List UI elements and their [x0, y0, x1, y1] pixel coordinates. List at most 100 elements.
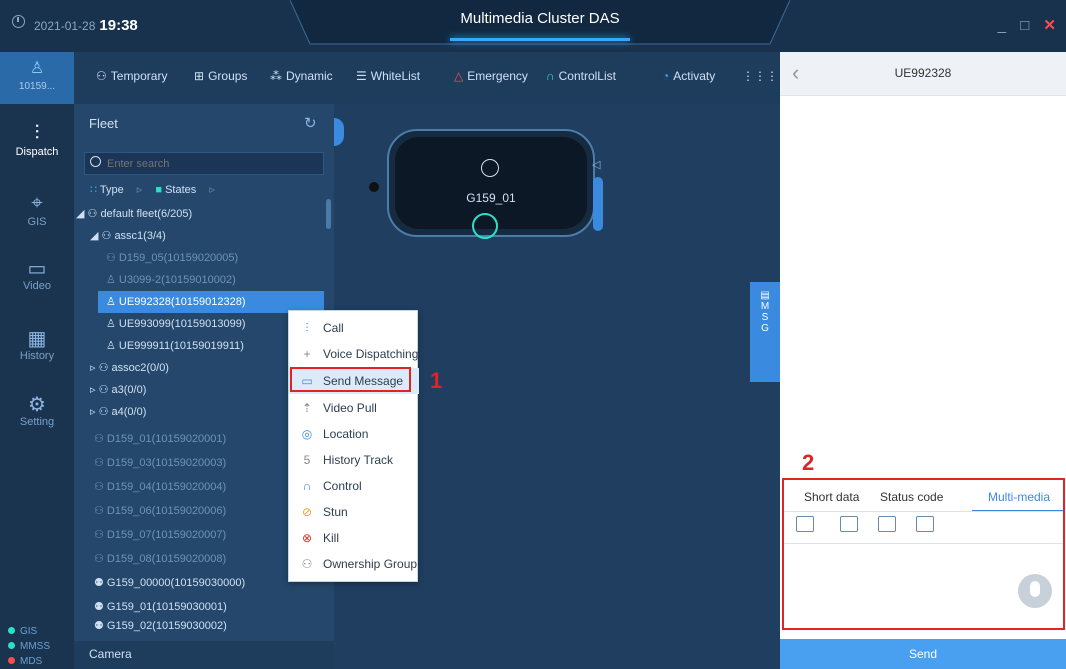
dispatch-icon: ⫶: [34, 122, 40, 144]
menu-stun[interactable]: ⊘ Stun: [289, 499, 419, 525]
status-mds: MDS: [8, 656, 50, 667]
chat-title: UE992328: [894, 66, 952, 80]
emergency-button[interactable]: △ Emergency: [454, 69, 528, 83]
refresh-icon[interactable]: ↻: [304, 114, 317, 132]
status-dot: [8, 657, 15, 664]
menu-history-track[interactable]: 5 History Track: [289, 447, 419, 473]
device-name: G159_01: [466, 191, 516, 205]
setting-icon: ⚙: [28, 394, 46, 416]
annotation-box-2: [782, 478, 1065, 630]
states-filter[interactable]: ■ States: [155, 184, 196, 196]
tree-node-group[interactable]: ◢ ⚇ assc1(3/4): [90, 225, 166, 247]
toolbar: ⚇ Temporary ⊞ Groups ⁂ Dynamic ☰ WhiteList △…: [74, 52, 780, 104]
device-card[interactable]: G159_01: [387, 129, 595, 239]
speaker-icon[interactable]: ◁: [592, 158, 600, 171]
tree-node-user[interactable]: ♙ U3099-2(10159010002): [106, 269, 236, 291]
tree-node-device[interactable]: ⚇ D159_06(10159020006): [94, 500, 226, 522]
grid-menu-icon[interactable]: ⋮⋮⋮: [742, 69, 778, 83]
tree-node-device[interactable]: ⚇ D159_07(10159020007): [94, 524, 226, 546]
groups-button[interactable]: ⊞ Groups: [194, 69, 247, 83]
chat-header: ‹ UE992328: [780, 52, 1066, 96]
temporary-button[interactable]: ⚇ Temporary: [96, 69, 167, 83]
minimize-icon[interactable]: _: [998, 17, 1006, 34]
context-menu: ⫶ Call + Voice Dispatching ▭ Send Message ⇡…: [288, 310, 419, 582]
tree-node-group[interactable]: ▹ ⚇ a3(0/0): [90, 379, 146, 401]
tree-node-device[interactable]: ⚇ D159_04(10159020004): [94, 476, 226, 498]
menu-video-pull[interactable]: ⇡ Video Pull: [289, 395, 419, 421]
filter-separator: ▹: [136, 184, 143, 196]
whitelist-button[interactable]: ☰ WhiteList: [356, 69, 420, 83]
menu-kill[interactable]: ⊗ Kill: [289, 525, 419, 551]
user-group-icon: [481, 159, 499, 177]
camera-bar[interactable]: Camera: [74, 641, 334, 669]
msg-icon: ▤: [760, 290, 770, 301]
tree-node-device[interactable]: ⚉ G159_02(10159030002): [94, 618, 227, 632]
maximize-icon[interactable]: □: [1020, 17, 1029, 34]
tree-node-user[interactable]: ♙ UE993099(10159013099): [106, 313, 246, 335]
msg-tab[interactable]: ▤ M S G: [750, 282, 780, 382]
status-dot: [8, 627, 15, 634]
tree-node-user[interactable]: ♙ UE999911(10159019911): [106, 335, 244, 357]
menu-voice-dispatching[interactable]: + Voice Dispatching: [289, 341, 419, 367]
collapse-handle[interactable]: [334, 118, 344, 146]
nav-history[interactable]: ▦ History: [0, 326, 74, 362]
nav-label: Setting: [19, 416, 55, 428]
filter-separator: ▹: [209, 184, 215, 196]
menu-location[interactable]: ◎ Location: [289, 421, 419, 447]
close-icon[interactable]: ✕: [1043, 17, 1056, 34]
tree-node-device[interactable]: ⚇ D159_01(10159020001): [94, 428, 226, 450]
stun-icon: ⊘: [301, 505, 313, 519]
nav-video[interactable]: ▭ Video: [0, 256, 74, 292]
app-title: Multimedia Cluster DAS: [460, 10, 620, 27]
user-box[interactable]: ♙ 10159...: [0, 52, 74, 104]
user-id: 10159...: [18, 81, 56, 92]
type-icon: ∷: [90, 184, 97, 196]
gis-icon: ⌖: [31, 192, 43, 214]
type-filter[interactable]: ∷ Type: [90, 184, 124, 196]
search-icon: [90, 156, 101, 167]
tree-node-fleet[interactable]: ◢ ⚇ default fleet(6/205): [76, 203, 192, 225]
nav-dispatch[interactable]: ⫶ Dispatch: [0, 122, 74, 158]
tree-node-group[interactable]: ▹ ⚇ a4(0/0): [90, 401, 146, 423]
video-call-icon[interactable]: [472, 213, 498, 239]
controllist-button[interactable]: ∩ ControlList: [546, 69, 616, 83]
ownership-icon: ⚇: [301, 557, 313, 571]
whitelist-icon: ☰: [356, 69, 367, 83]
tree-node-device[interactable]: ⚇ D159_05(10159020005): [106, 247, 238, 269]
states-icon: ■: [155, 184, 163, 196]
activaty-button[interactable]: ◔ Activaty: [662, 69, 715, 83]
nav-gis[interactable]: ⌖ GIS: [0, 192, 74, 228]
fleet-title: Fleet: [89, 116, 118, 131]
title-underline: [450, 38, 630, 41]
tree-node-device[interactable]: ⚉ G159_00000(10159030000): [94, 572, 245, 594]
dynamic-button[interactable]: ⁂ Dynamic: [270, 69, 333, 83]
menu-ownership-group[interactable]: ⚇ Ownership Group: [289, 551, 419, 577]
volume-slider[interactable]: [593, 177, 603, 231]
clock-icon: [12, 15, 25, 28]
rec-indicator: [369, 182, 379, 192]
user-icon: ♙: [29, 60, 45, 77]
nav-setting[interactable]: ⚙ Setting: [0, 392, 74, 428]
nav-label: Dispatch: [15, 146, 59, 158]
fleet-scrollbar[interactable]: [326, 199, 331, 229]
tree-node-device[interactable]: ⚇ D159_08(10159020008): [94, 548, 226, 570]
tree-node-group[interactable]: ▹ ⚇ assoc2(0/0): [90, 357, 169, 379]
status-gis: GIS: [8, 626, 50, 637]
fleet-search[interactable]: [84, 152, 324, 175]
left-nav: ♙ 10159... ⫶ Dispatch ⌖ GIS ▭ Video ▦ Hi…: [0, 52, 74, 669]
plus-icon: +: [303, 347, 311, 361]
tree-node-device[interactable]: ⚇ D159_03(10159020003): [94, 452, 226, 474]
tree-node-device[interactable]: ⚉ G159_01(10159030001): [94, 596, 227, 618]
title-tab: Multimedia Cluster DAS: [290, 0, 790, 52]
send-button[interactable]: Send: [780, 639, 1066, 669]
video-icon: ▭: [27, 258, 47, 280]
search-input[interactable]: [107, 155, 317, 172]
fleet-filters: ∷ Type ▹ ■ States ▹: [90, 183, 225, 196]
status-mmss: MMSS: [8, 641, 50, 652]
menu-control[interactable]: ∩ Control: [289, 473, 419, 499]
headset-icon: ∩: [546, 69, 555, 83]
activity-icon: ◔: [662, 69, 670, 83]
call-icon: ⫶: [305, 321, 309, 335]
menu-call[interactable]: ⫶ Call: [289, 315, 419, 341]
window-controls: _ □ ✕: [988, 16, 1056, 34]
